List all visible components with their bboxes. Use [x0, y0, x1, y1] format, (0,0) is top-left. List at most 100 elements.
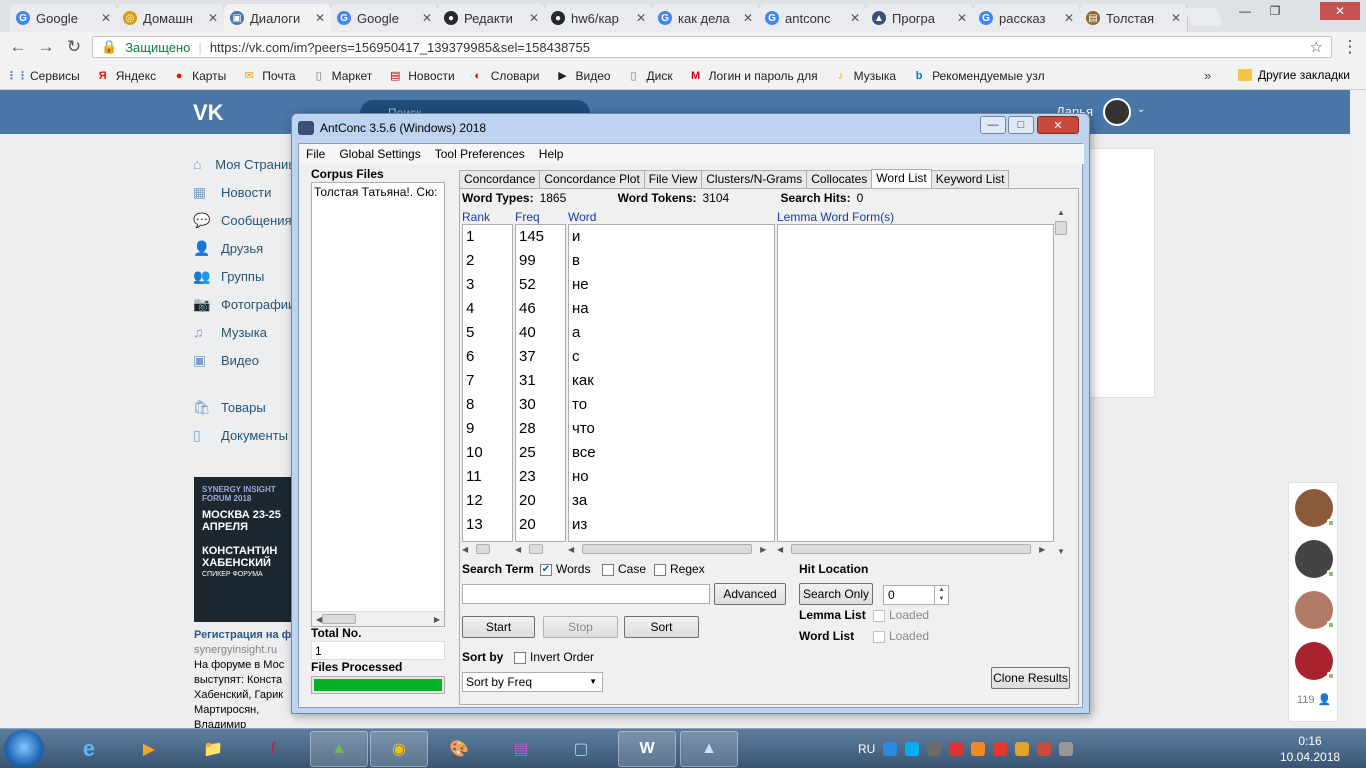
- network-icon[interactable]: [927, 742, 942, 756]
- bookmark-item[interactable]: ♪ Музыка: [834, 69, 896, 83]
- page-scrollbar[interactable]: [1350, 90, 1366, 730]
- menu-tool-preferences[interactable]: Tool Preferences: [428, 147, 532, 161]
- word-list-freq-cell[interactable]: 23: [516, 465, 565, 489]
- scroll-thumb[interactable]: [322, 614, 357, 624]
- friend-avatar[interactable]: [1295, 591, 1335, 629]
- word-list-rank-cell[interactable]: 13: [463, 513, 512, 537]
- word-list-freq-cell[interactable]: 145: [516, 225, 565, 249]
- antconc-taskbar-icon[interactable]: ▲: [680, 731, 738, 767]
- browser-tab[interactable]: Gкак дела ✕: [652, 4, 760, 32]
- word-list-rank-cell[interactable]: 8: [463, 393, 512, 417]
- tab-close-icon[interactable]: ✕: [529, 11, 539, 25]
- browser-tab[interactable]: Gрассказ ✕: [973, 4, 1081, 32]
- browser-tab[interactable]: ◎ Домашн ✕: [117, 4, 225, 32]
- wordlist-loaded-checkbox[interactable]: [873, 630, 885, 643]
- word-list-word-cell[interactable]: и: [569, 225, 774, 249]
- bookmark-item[interactable]: ✉ Почта: [242, 69, 296, 83]
- word-list-word-cell[interactable]: все: [569, 441, 774, 465]
- word-list-freq-cell[interactable]: 46: [516, 297, 565, 321]
- word-list-freq-cell[interactable]: 31: [516, 369, 565, 393]
- word-list-rank-cell[interactable]: 11: [463, 465, 512, 489]
- bookmark-item[interactable]: ▶ Видео: [555, 69, 610, 83]
- word-list-freq-cell[interactable]: 37: [516, 345, 565, 369]
- skype-icon[interactable]: [905, 742, 920, 756]
- menu-help[interactable]: Help: [532, 147, 571, 161]
- forward-icon[interactable]: →: [32, 33, 60, 61]
- word-list-word-cell[interactable]: с: [569, 345, 774, 369]
- tab-close-icon[interactable]: ✕: [1064, 11, 1074, 25]
- rank-hscrollbar[interactable]: ◀: [462, 542, 513, 556]
- bookmark-item[interactable]: b Рекомендуемые узл: [912, 69, 1045, 83]
- browser-tab[interactable]: ▤ Толстая ✕: [1080, 4, 1188, 32]
- bookmark-item[interactable]: ⋮⋮ Сервисы: [6, 69, 80, 83]
- bookmark-item[interactable]: ▯ Диск: [627, 69, 673, 83]
- word-list-freq-cell[interactable]: 20: [516, 489, 565, 513]
- stop-button[interactable]: Stop: [543, 616, 618, 638]
- word-list-rank-cell[interactable]: 2: [463, 249, 512, 273]
- word-list-freq-cell[interactable]: 99: [516, 249, 565, 273]
- regex-checkbox[interactable]: [654, 563, 666, 576]
- freq-hscrollbar[interactable]: ◀: [515, 542, 566, 556]
- tab-collocates[interactable]: Collocates: [806, 170, 873, 188]
- tab-close-icon[interactable]: ✕: [315, 11, 325, 25]
- rank-column[interactable]: 1 2 3 4 5 6 7 8 9 10 11 12 13: [462, 224, 513, 542]
- media-player-icon[interactable]: ▶: [120, 731, 178, 767]
- tab-close-icon[interactable]: ✕: [101, 11, 111, 25]
- word-list-word-cell[interactable]: что: [569, 417, 774, 441]
- reload-icon[interactable]: ↻: [60, 33, 88, 61]
- tab-close-icon[interactable]: ✕: [208, 11, 218, 25]
- word-list-rank-cell[interactable]: 10: [463, 441, 512, 465]
- notes-icon[interactable]: ▢: [552, 731, 610, 767]
- word-list-word-cell[interactable]: на: [569, 297, 774, 321]
- sidebar-item[interactable]: ▣ Видео: [193, 346, 303, 374]
- clock[interactable]: 0:16 10.04.2018: [1280, 733, 1340, 765]
- tab-close-icon[interactable]: ✕: [636, 11, 646, 25]
- ad-banner[interactable]: SYNERGY INSIGHT FORUM 2018 МОСКВА 23-25 …: [194, 477, 294, 622]
- lemma-column[interactable]: [777, 224, 1054, 542]
- bookmark-item[interactable]: Я Яндекс: [96, 69, 156, 83]
- col-rank-header[interactable]: Rank: [462, 210, 490, 224]
- word-list-freq-cell[interactable]: 52: [516, 273, 565, 297]
- col-lemma-header[interactable]: Lemma Word Form(s): [777, 210, 894, 224]
- lemma-hscrollbar[interactable]: ◀ ▶: [777, 542, 1054, 556]
- word-list-word-cell[interactable]: за: [569, 489, 774, 513]
- hit-location-spinner[interactable]: 0 ▲ ▼: [883, 585, 949, 605]
- sidebar-item[interactable]: 📷 Фотографии: [193, 290, 303, 318]
- wordlist-loaded-option[interactable]: Loaded: [873, 629, 929, 643]
- word-list-word-cell[interactable]: но: [569, 465, 774, 489]
- browser-tab[interactable]: ▣ Диалоги ✕: [224, 4, 332, 32]
- language-indicator[interactable]: RU: [858, 742, 875, 756]
- tab-file-view[interactable]: File View: [643, 170, 703, 188]
- chevron-down-icon[interactable]: ⌄: [1137, 104, 1145, 115]
- word-list-freq-cell[interactable]: 28: [516, 417, 565, 441]
- list-vscrollbar[interactable]: ▲ ▼: [1054, 208, 1068, 556]
- corpus-files-list[interactable]: Толстая Татьяна!. Сю: ◀ ▶: [311, 182, 445, 627]
- new-tab-button[interactable]: [1184, 8, 1224, 26]
- sidebar-item[interactable]: 🛍 Товары: [193, 393, 303, 421]
- ad-text[interactable]: Регистрация на ф synergyinsight.ru На фо…: [194, 628, 299, 733]
- browser-tab[interactable]: ● hw6/кар ✕: [545, 4, 653, 32]
- avatar[interactable]: [1103, 98, 1131, 126]
- tab-concordance[interactable]: Concordance: [459, 170, 541, 188]
- word-list-rank-cell[interactable]: 12: [463, 489, 512, 513]
- word-list-rank-cell[interactable]: 1: [463, 225, 512, 249]
- col-word-header[interactable]: Word: [568, 210, 596, 224]
- antivirus-icon[interactable]: [949, 742, 964, 756]
- start-button[interactable]: [4, 730, 44, 768]
- word-icon[interactable]: W: [618, 731, 676, 767]
- invert-order-checkbox[interactable]: [514, 651, 526, 664]
- sidebar-item[interactable]: 👥 Группы: [193, 262, 303, 290]
- window-minimize-icon[interactable]: —: [980, 116, 1006, 134]
- tab-word-list[interactable]: Word List: [871, 169, 932, 189]
- tab-close-icon[interactable]: ✕: [850, 11, 860, 25]
- ie-icon[interactable]: e: [60, 731, 118, 767]
- lemma-loaded-option[interactable]: Loaded: [873, 608, 929, 622]
- reader-icon[interactable]: /: [244, 731, 302, 767]
- spin-up-icon[interactable]: ▲: [935, 586, 948, 595]
- winrar-icon[interactable]: ▤: [492, 731, 550, 767]
- word-list-word-cell[interactable]: не: [569, 273, 774, 297]
- more-bookmarks-icon[interactable]: »: [1204, 68, 1211, 83]
- sidebar-item[interactable]: 👤 Друзья: [193, 234, 303, 262]
- menu-icon[interactable]: ⋮: [1336, 33, 1364, 61]
- search-term-input[interactable]: [462, 584, 710, 604]
